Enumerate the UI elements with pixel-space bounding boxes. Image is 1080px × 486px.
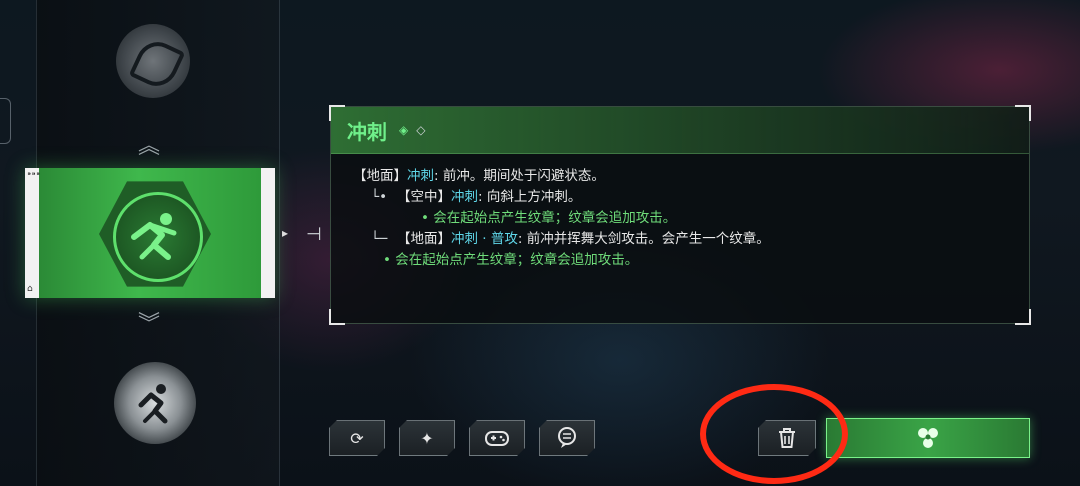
desc-line: 【地面】冲刺: 前冲。期间处于闪避状态。 bbox=[353, 168, 605, 184]
skill-slot-selected[interactable]: ⁍⁍⁍ ⌂ bbox=[25, 168, 275, 298]
controller-button[interactable] bbox=[469, 420, 525, 456]
level-empty-icon: ◇ bbox=[416, 123, 426, 137]
desc-line: └• 【空中】冲刺: 向斜上方冲刺。 bbox=[353, 187, 1029, 208]
desc-bullet: • 会在起始点产生纹章；纹章会追加攻击。 bbox=[421, 210, 677, 226]
equip-button[interactable] bbox=[826, 418, 1030, 458]
runner-icon bbox=[138, 384, 168, 424]
chevron-up-icon[interactable]: ︽ bbox=[138, 136, 160, 158]
slot-mark-icon: ⁍⁍⁍ bbox=[27, 170, 41, 180]
swap-button[interactable]: ⟳ bbox=[329, 420, 385, 456]
tree-branch-icon: └─ bbox=[371, 231, 388, 247]
panel-header: 冲刺 ◈ ◇ bbox=[331, 107, 1029, 154]
level-filled-icon: ◈ bbox=[399, 123, 409, 137]
connector-icon: ⊣ bbox=[306, 224, 322, 245]
tree-branch-icon: └• bbox=[371, 189, 388, 205]
arrow-right-icon: ▸ bbox=[282, 226, 289, 240]
chat-icon bbox=[556, 427, 578, 449]
slot-mark-icon: ⌂ bbox=[27, 284, 33, 294]
skill-description: 【地面】冲刺: 前冲。期间处于闪避状态。 └• 【空中】冲刺: 向斜上方冲刺。 •… bbox=[331, 154, 1029, 271]
sparkle-icon: ✦ bbox=[420, 428, 434, 448]
desc-bullet: • 会在起始点产生纹章；纹章会追加攻击。 bbox=[383, 252, 639, 268]
swap-icon: ⟳ bbox=[350, 428, 364, 448]
skill-detail-panel: 冲刺 ◈ ◇ 【地面】冲刺: 前冲。期间处于闪避状态。 └• 【空中】冲刺: 向斜… bbox=[329, 105, 1031, 325]
dash-skill-icon bbox=[113, 192, 203, 282]
equip-icon bbox=[918, 428, 938, 448]
chat-button[interactable] bbox=[539, 420, 595, 456]
annotation-circle bbox=[700, 384, 848, 484]
skill-slot-previous[interactable] bbox=[116, 24, 190, 98]
desc-line: └─ 【地面】冲刺 · 普攻: 前冲并挥舞大剑攻击。会产生一个纹章。 bbox=[353, 229, 1029, 250]
skill-title: 冲刺 bbox=[347, 119, 387, 144]
side-tab[interactable] bbox=[0, 98, 11, 144]
sparkle-button[interactable]: ✦ bbox=[399, 420, 455, 456]
skill-slot-next[interactable] bbox=[114, 362, 196, 444]
chevron-down-icon[interactable]: ︾ bbox=[138, 314, 160, 336]
gamepad-icon bbox=[484, 428, 510, 448]
